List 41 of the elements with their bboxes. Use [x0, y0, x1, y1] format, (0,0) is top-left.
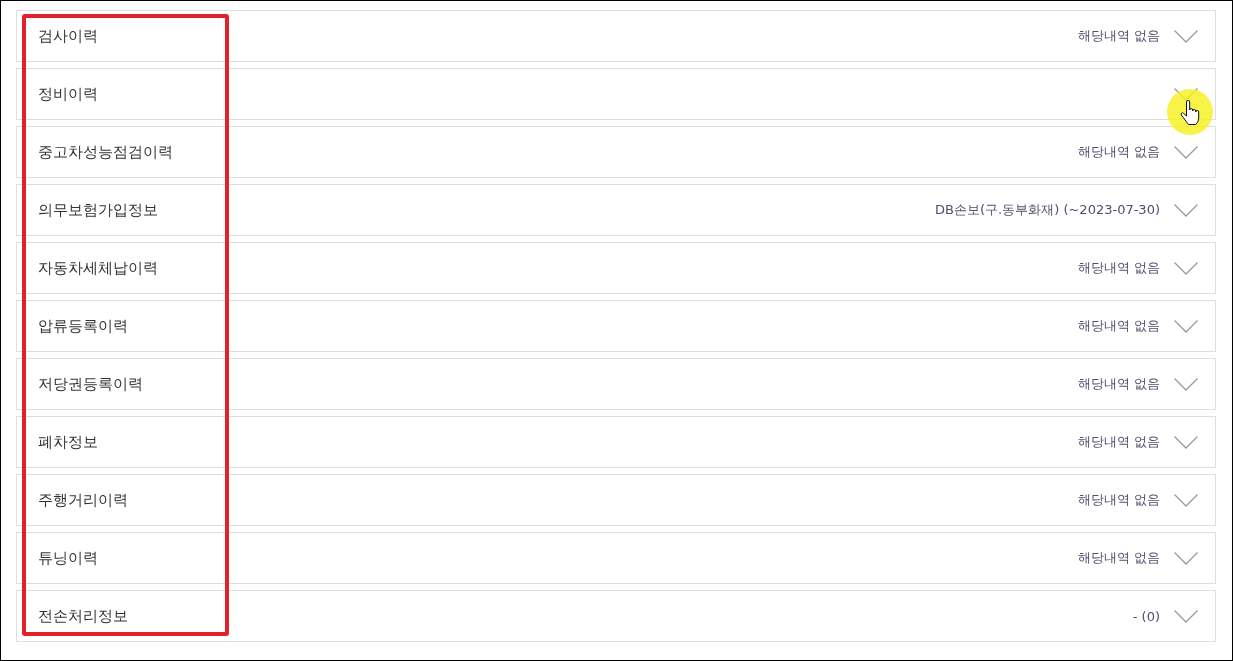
- accordion-row[interactable]: 자동차세체납이력 해당내역 없음: [16, 242, 1216, 294]
- accordion-row[interactable]: 저당권등록이력 해당내역 없음: [16, 358, 1216, 410]
- section-status: 해당내역 없음: [1077, 433, 1160, 451]
- chevron-down-icon[interactable]: [1174, 319, 1198, 333]
- chevron-down-icon[interactable]: [1174, 609, 1198, 623]
- section-title: 중고차성능점검이력: [38, 142, 173, 162]
- chevron-down-icon[interactable]: [1174, 145, 1198, 159]
- section-title: 저당권등록이력: [38, 374, 143, 394]
- section-title: 폐차정보: [38, 432, 98, 452]
- chevron-down-icon[interactable]: [1174, 29, 1198, 43]
- section-title: 주행거리이력: [38, 490, 128, 510]
- section-title: 자동차세체납이력: [38, 258, 158, 278]
- accordion-row[interactable]: 의무보험가입정보 DB손보(구.동부화재) (~2023-07-30): [16, 184, 1216, 236]
- section-title: 정비이력: [38, 84, 98, 104]
- accordion-row[interactable]: 압류등록이력 해당내역 없음: [16, 300, 1216, 352]
- section-status: 해당내역 없음: [1077, 491, 1160, 509]
- accordion-row[interactable]: 주행거리이력 해당내역 없음: [16, 474, 1216, 526]
- section-status: 해당내역 없음: [1077, 549, 1160, 567]
- accordion-row[interactable]: 튜닝이력 해당내역 없음: [16, 532, 1216, 584]
- chevron-down-icon[interactable]: [1174, 203, 1198, 217]
- accordion-row[interactable]: 폐차정보 해당내역 없음: [16, 416, 1216, 468]
- accordion-row[interactable]: 전손처리정보 - (0): [16, 590, 1216, 642]
- chevron-down-icon[interactable]: [1174, 261, 1198, 275]
- section-title: 검사이력: [38, 26, 98, 46]
- chevron-down-icon[interactable]: [1174, 377, 1198, 391]
- accordion-row[interactable]: 중고차성능점검이력 해당내역 없음: [16, 126, 1216, 178]
- section-status: 해당내역 없음: [1077, 317, 1160, 335]
- chevron-down-icon[interactable]: [1174, 493, 1198, 507]
- section-status: - (0): [1132, 608, 1160, 624]
- chevron-down-icon[interactable]: [1174, 435, 1198, 449]
- section-status: 해당내역 없음: [1077, 375, 1160, 393]
- section-status: 해당내역 없음: [1077, 259, 1160, 277]
- section-title: 의무보험가입정보: [38, 200, 158, 220]
- section-title: 압류등록이력: [38, 316, 128, 336]
- section-status: DB손보(구.동부화재) (~2023-07-30): [935, 201, 1160, 219]
- chevron-down-icon[interactable]: [1174, 551, 1198, 565]
- section-title: 튜닝이력: [38, 548, 98, 568]
- accordion-row[interactable]: 검사이력 해당내역 없음: [16, 10, 1216, 62]
- section-title: 전손처리정보: [38, 606, 128, 626]
- section-status: 해당내역 없음: [1077, 27, 1160, 45]
- section-status: 해당내역 없음: [1077, 143, 1160, 161]
